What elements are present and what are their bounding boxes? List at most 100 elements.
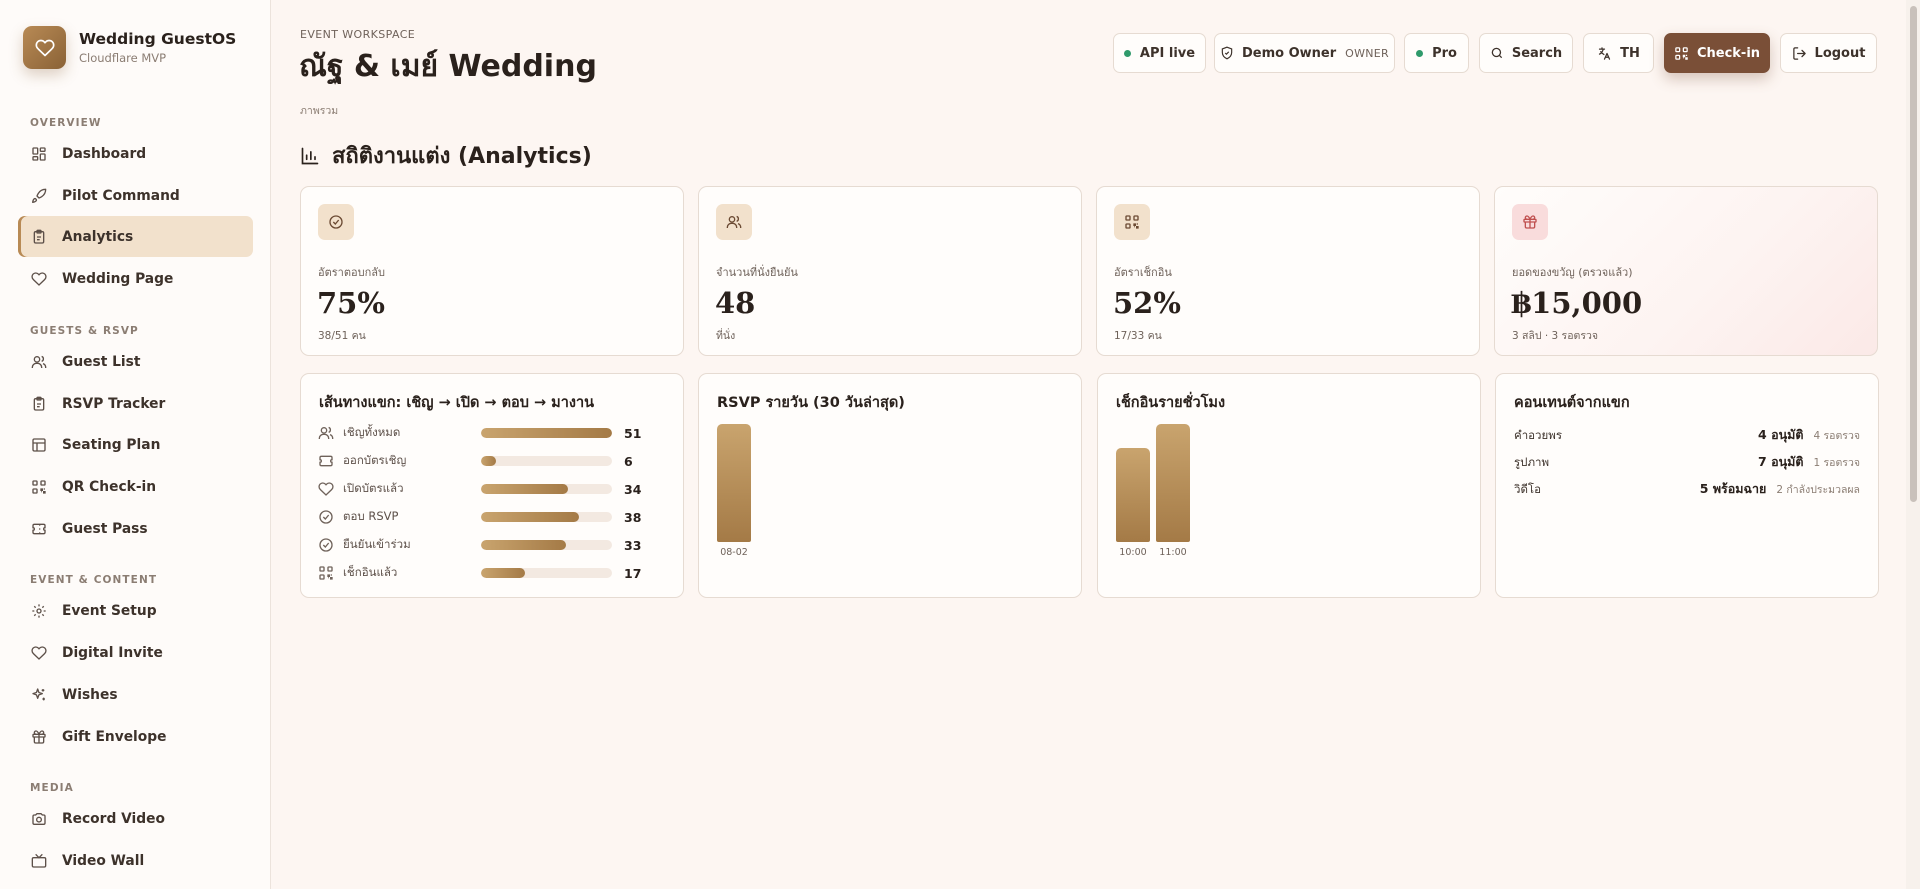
- funnel-value: 51: [624, 425, 642, 441]
- scrollbar-thumb[interactable]: [1910, 6, 1917, 502]
- heart-icon: [318, 481, 336, 497]
- plan-label: Pro: [1432, 45, 1457, 61]
- brand-name: Wedding GuestOS: [79, 30, 237, 48]
- plan-button[interactable]: Pro: [1404, 33, 1469, 73]
- rocket-icon: [30, 187, 48, 205]
- stat-label: อัตราเช็กอิน: [1114, 266, 1172, 279]
- sidebar-item-label: Wedding Page: [62, 270, 174, 287]
- checkin-label: Check-in: [1696, 45, 1761, 61]
- panel-title: เส้นทางแขก: เชิญ → เปิด → ตอบ → มางาน: [319, 395, 595, 411]
- funnel-label: ยืนยันเข้าร่วม: [343, 537, 411, 551]
- content-pending: 1 รอตรวจ: [1813, 457, 1860, 469]
- sidebar-item-label: Dashboard: [62, 145, 147, 162]
- funnel-track: [481, 428, 612, 438]
- rsvp-daily-panel: RSVP รายวัน (30 วันล่าสุด) 08-02: [698, 373, 1082, 598]
- sidebar-item-record-video[interactable]: Record Video: [18, 798, 253, 839]
- gift-icon: [1512, 204, 1548, 240]
- funnel-value: 17: [624, 565, 642, 581]
- sidebar: Wedding GuestOS Cloudflare MVP OVERVIEW …: [0, 0, 271, 889]
- sidebar-item-gift-envelope[interactable]: Gift Envelope: [18, 716, 253, 757]
- page-scrollbar[interactable]: [1906, 0, 1920, 889]
- check-circle-icon: [318, 204, 354, 240]
- guest-content-panel: คอนเทนต์จากแขก คำอวยพร 4 อนุมัติ 4 รอตรว…: [1495, 373, 1879, 598]
- breadcrumb[interactable]: ภาพรวม: [300, 102, 338, 119]
- sidebar-item-label: RSVP Tracker: [62, 395, 166, 412]
- sidebar-item-dashboard[interactable]: Dashboard: [18, 133, 253, 174]
- stat-value: 75%: [317, 286, 385, 320]
- users-icon: [318, 425, 336, 441]
- logout-button[interactable]: Logout: [1780, 33, 1877, 73]
- funnel-label: เชิญทั้งหมด: [343, 425, 401, 439]
- sidebar-item-guest-list[interactable]: Guest List: [18, 341, 253, 382]
- sidebar-item-video-wall[interactable]: Video Wall: [18, 840, 253, 881]
- stat-sub: 3 สลิป · 3 รอตรวจ: [1512, 330, 1599, 342]
- role-badge: OWNER: [1345, 46, 1389, 60]
- brand[interactable]: Wedding GuestOS Cloudflare MVP: [23, 26, 236, 69]
- sidebar-item-analytics[interactable]: Analytics: [18, 216, 253, 257]
- stat-card-confirmed-seats: จำนวนที่นั่งยืนยัน 48 ที่นั่ง: [698, 186, 1082, 356]
- ticket-icon: [30, 520, 48, 538]
- funnel-track: [481, 540, 612, 550]
- qr-icon: [1114, 204, 1150, 240]
- user-button[interactable]: Demo Owner OWNER: [1214, 33, 1395, 73]
- funnel-track: [481, 568, 612, 578]
- panel-title: เช็กอินรายชั่วโมง: [1116, 395, 1226, 411]
- checkin-bar-label: 11:00: [1159, 547, 1187, 558]
- stat-card-gift-total: ยอดของขวัญ (ตรวจแล้ว) ฿15,000 3 สลิป · 3…: [1494, 186, 1878, 356]
- dashboard-icon: [30, 145, 48, 163]
- heart-icon: [30, 644, 48, 662]
- sidebar-item-label: Event Setup: [62, 602, 157, 619]
- content-approved: 5 พร้อมฉาย: [1699, 481, 1767, 496]
- translate-icon: [1597, 46, 1612, 61]
- gear-icon: [30, 602, 48, 620]
- funnel-fill: [481, 540, 566, 550]
- stat-value: 52%: [1113, 286, 1181, 320]
- sidebar-item-rsvp-tracker[interactable]: RSVP Tracker: [18, 383, 253, 424]
- sidebar-item-label: Video Wall: [62, 852, 145, 869]
- content-pending: 4 รอตรวจ: [1813, 430, 1860, 442]
- section-title-text: สถิติงานแต่ง (Analytics): [332, 144, 592, 169]
- ticket-icon: [318, 453, 336, 469]
- funnel-value: 38: [624, 509, 642, 525]
- stat-value: 48: [715, 286, 756, 320]
- sidebar-item-wishes[interactable]: Wishes: [18, 674, 253, 715]
- funnel-fill: [481, 456, 496, 466]
- gift-icon: [30, 728, 48, 746]
- search-label: Search: [1511, 45, 1563, 61]
- language-button[interactable]: TH: [1583, 33, 1654, 73]
- sidebar-item-qr-checkin[interactable]: QR Check-in: [18, 466, 253, 507]
- language-label: TH: [1620, 45, 1640, 61]
- checkin-button[interactable]: Check-in: [1664, 33, 1770, 73]
- sparkle-icon: [30, 686, 48, 704]
- search-button[interactable]: Search: [1479, 33, 1573, 73]
- funnel-panel: เส้นทางแขก: เชิญ → เปิด → ตอบ → มางาน เช…: [300, 373, 684, 598]
- heart-logo-icon: [23, 26, 66, 69]
- logout-icon: [1792, 46, 1807, 61]
- sidebar-item-wedding-page[interactable]: Wedding Page: [18, 258, 253, 299]
- content-row: วิดีโอ 5 พร้อมฉาย 2 กำลังประมวลผล: [1514, 479, 1860, 499]
- content-row: คำอวยพร 4 อนุมัติ 4 รอตรวจ: [1514, 425, 1860, 445]
- table-icon: [30, 436, 48, 454]
- qr-icon: [318, 565, 336, 581]
- sidebar-item-seating-plan[interactable]: Seating Plan: [18, 424, 253, 465]
- sidebar-item-guest-pass[interactable]: Guest Pass: [18, 508, 253, 549]
- sidebar-item-digital-invite[interactable]: Digital Invite: [18, 632, 253, 673]
- stat-label: อัตราตอบกลับ: [318, 266, 385, 279]
- status-dot-icon: [1416, 49, 1424, 57]
- api-status-button[interactable]: API live: [1113, 33, 1206, 73]
- sidebar-item-pilot-command[interactable]: Pilot Command: [18, 175, 253, 216]
- sidebar-item-label: Pilot Command: [62, 187, 180, 204]
- sidebar-item-event-setup[interactable]: Event Setup: [18, 590, 253, 631]
- logout-label: Logout: [1814, 45, 1866, 61]
- rsvp-bar-label: 08-02: [720, 547, 748, 558]
- funnel-row: เปิดบัตรแล้ว 34: [318, 479, 658, 499]
- search-icon: [1490, 46, 1504, 60]
- funnel-track: [481, 456, 612, 466]
- bar-chart-icon: [300, 146, 320, 166]
- content-name: รูปภาพ: [1514, 455, 1550, 469]
- check-circle-icon: [318, 537, 336, 553]
- nav-section-media: MEDIA: [30, 782, 74, 794]
- shield-icon: [1220, 46, 1234, 60]
- user-name: Demo Owner: [1241, 45, 1337, 61]
- sidebar-item-label: Wishes: [62, 686, 118, 703]
